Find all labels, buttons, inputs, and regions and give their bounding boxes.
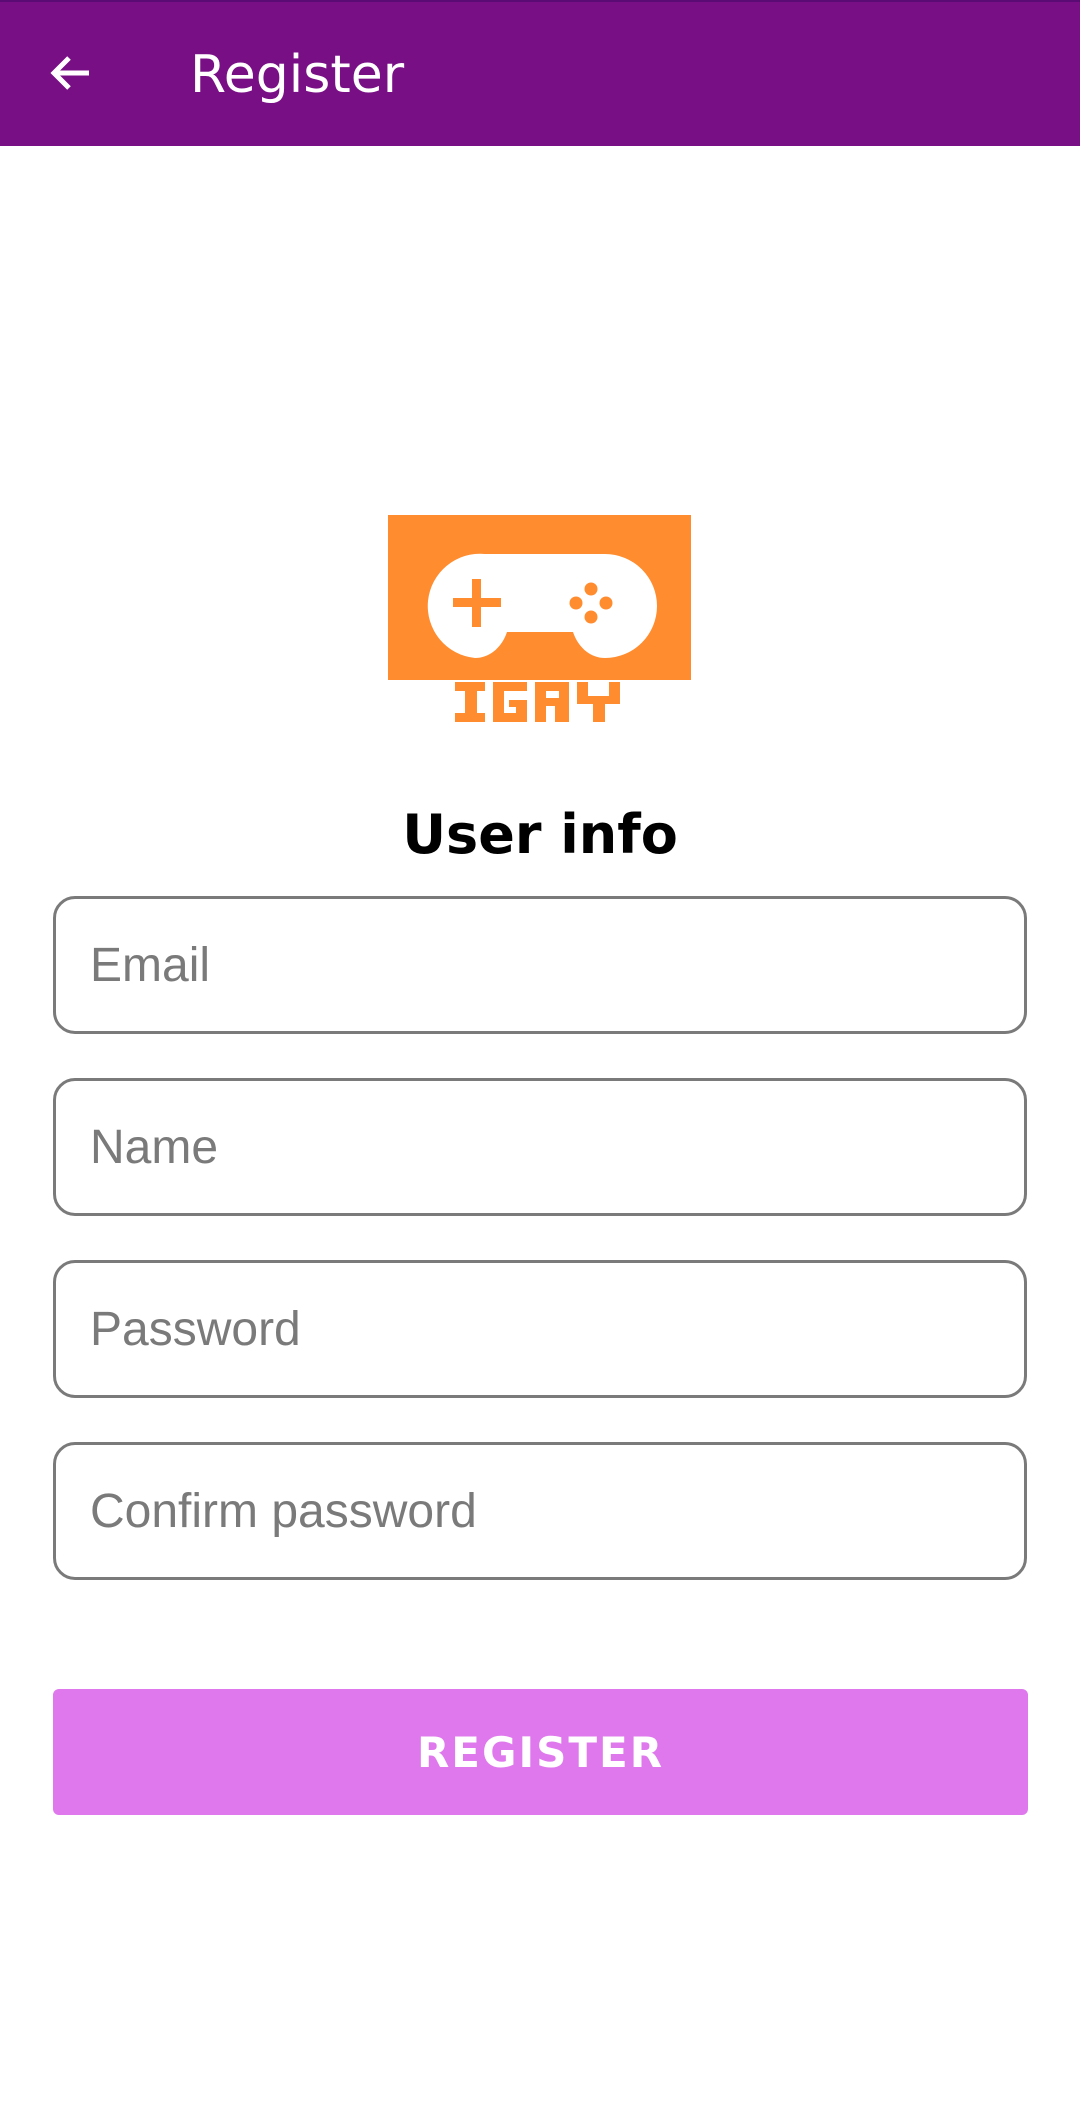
app-bar: Register <box>0 0 1080 146</box>
gamepad-icon <box>388 515 691 722</box>
section-title: User info <box>402 803 678 866</box>
confirm-password-input[interactable] <box>56 1445 1024 1577</box>
arrow-left-icon <box>50 56 89 90</box>
page-title: Register <box>190 45 405 105</box>
name-field[interactable] <box>53 1078 1027 1216</box>
register-button[interactable]: REGISTER <box>53 1689 1028 1815</box>
app-logo <box>385 512 695 724</box>
email-input[interactable] <box>56 899 1024 1031</box>
confirm-password-field[interactable] <box>53 1442 1027 1580</box>
name-input[interactable] <box>56 1081 1024 1213</box>
back-button[interactable] <box>36 38 106 108</box>
email-field[interactable] <box>53 896 1027 1034</box>
password-field[interactable] <box>53 1260 1027 1398</box>
password-input[interactable] <box>56 1263 1024 1395</box>
